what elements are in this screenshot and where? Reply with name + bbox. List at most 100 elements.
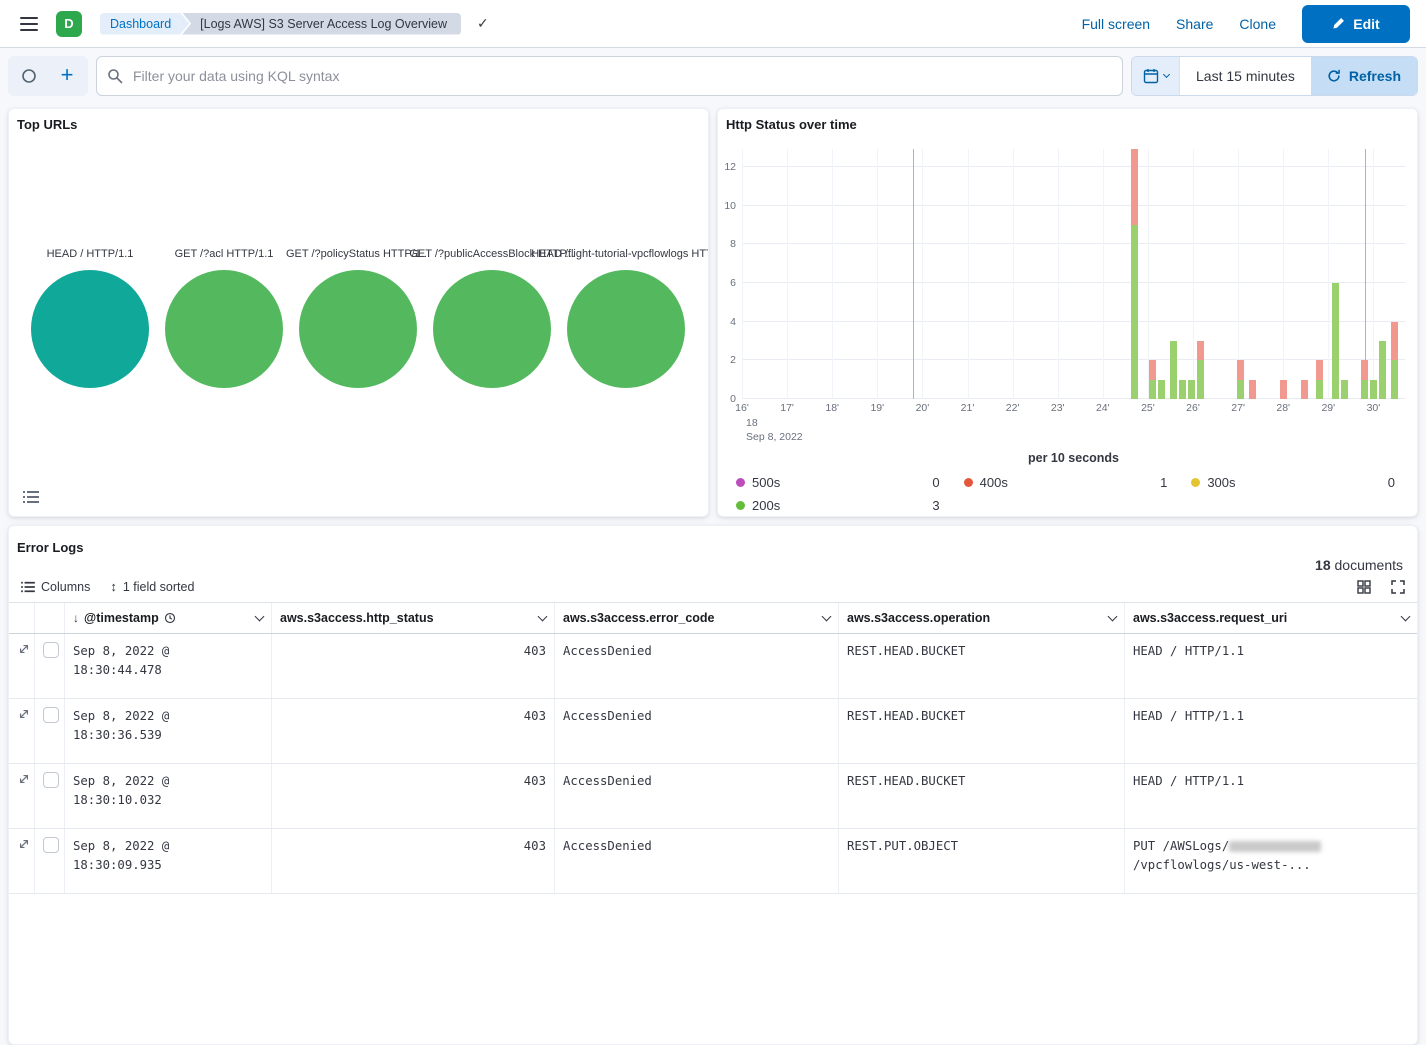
circle-icon	[21, 68, 37, 84]
legend-item[interactable]: 200s3	[736, 498, 940, 513]
edit-button[interactable]: Edit	[1302, 5, 1410, 43]
refresh-button-label: Refresh	[1349, 68, 1401, 84]
expand-document-button[interactable]	[17, 772, 31, 786]
sort-fields-button[interactable]: ↕ 1 field sorted	[110, 577, 194, 596]
y-tick-label: 10	[724, 200, 736, 212]
http-chart-y-axis: 024681012	[718, 149, 738, 399]
http-chart-hour-label: 18 Sep 8, 2022	[746, 416, 803, 444]
pencil-icon	[1332, 17, 1345, 30]
expand-document-button[interactable]	[17, 707, 31, 721]
bar-10s-bucket[interactable]	[1170, 149, 1177, 399]
bar-10s-bucket[interactable]	[1379, 149, 1386, 399]
column-menu-chevron-icon[interactable]	[538, 611, 548, 621]
date-quick-menu-button[interactable]	[1132, 57, 1180, 95]
row-checkbox[interactable]	[43, 837, 59, 853]
bar-10s-bucket[interactable]	[1332, 149, 1339, 399]
pie-slice[interactable]	[567, 270, 685, 388]
hour-label: 18	[746, 416, 803, 430]
share-link[interactable]: Share	[1176, 16, 1213, 32]
bar-10s-bucket[interactable]	[1249, 149, 1256, 399]
column-header[interactable]: aws.s3access.error_code	[555, 603, 839, 633]
error-logs-table-header: ↓@timestampaws.s3access.http_statusaws.s…	[9, 603, 1417, 634]
y-tick-label: 2	[730, 354, 736, 366]
pie-slice[interactable]	[165, 270, 283, 388]
expand-document-button[interactable]	[17, 642, 31, 656]
kql-search-input[interactable]	[131, 67, 1112, 85]
column-header[interactable]: aws.s3access.http_status	[272, 603, 555, 633]
row-expand-cell	[9, 699, 35, 763]
menu-button[interactable]	[16, 12, 42, 36]
x-tick-label: 29'	[1321, 402, 1335, 414]
x-tick-label: 16'	[735, 402, 749, 414]
columns-button[interactable]: Columns	[21, 578, 90, 596]
x-tick-label: 20'	[916, 402, 930, 414]
x-tick-label: 23'	[1051, 402, 1065, 414]
bar-10s-bucket[interactable]	[1131, 149, 1138, 399]
legend-toggle-button[interactable]	[19, 486, 43, 508]
legend-item[interactable]: 300s0	[1191, 475, 1395, 490]
top-navbar: D Dashboard [Logs AWS] S3 Server Access …	[0, 0, 1426, 48]
bar-10s-bucket[interactable]	[1149, 149, 1156, 399]
row-checkbox[interactable]	[43, 707, 59, 723]
column-menu-chevron-icon[interactable]	[1108, 611, 1118, 621]
document-count-suffix: documents	[1331, 557, 1403, 573]
column-menu-chevron-icon[interactable]	[822, 611, 832, 621]
column-menu-chevron-icon[interactable]	[255, 611, 265, 621]
x-tick-label: 28'	[1276, 402, 1290, 414]
legend-item[interactable]: 500s0	[736, 475, 940, 490]
row-checkbox[interactable]	[43, 642, 59, 658]
http-status-panel: Http Status over time 024681012 16'17'18…	[717, 108, 1418, 517]
clone-link[interactable]: Clone	[1239, 16, 1276, 32]
filter-controls-button[interactable]	[10, 58, 48, 94]
calendar-icon	[1143, 68, 1159, 84]
pie-slice[interactable]	[433, 270, 551, 388]
cell-request-uri: PUT /AWSLogs//vpcflowlogs/us-west-...	[1125, 829, 1417, 893]
add-control-button[interactable]: +	[48, 58, 86, 94]
breadcrumb-dashboard[interactable]: Dashboard	[100, 13, 189, 35]
bar-10s-bucket[interactable]	[1197, 149, 1204, 399]
bar-10s-bucket[interactable]	[1341, 149, 1348, 399]
x-tick-label: 30'	[1367, 402, 1381, 414]
pie-label: HEAD / HTTP/1.1	[47, 248, 134, 260]
column-header[interactable]: aws.s3access.request_uri	[1125, 603, 1417, 633]
cell-http-status: 403	[272, 829, 555, 893]
bar-10s-bucket[interactable]	[1361, 149, 1368, 399]
plus-icon: +	[61, 64, 74, 86]
full-screen-link[interactable]: Full screen	[1082, 16, 1150, 32]
display-options-button[interactable]	[1357, 578, 1371, 596]
pie-slice[interactable]	[299, 270, 417, 388]
x-tick-label: 24'	[1096, 402, 1110, 414]
bar-10s-bucket[interactable]	[1370, 149, 1377, 399]
bar-10s-bucket[interactable]	[1188, 149, 1195, 399]
bar-10s-bucket[interactable]	[1280, 149, 1287, 399]
y-tick-label: 6	[730, 277, 736, 289]
space-avatar[interactable]: D	[56, 11, 82, 37]
bar-10s-bucket[interactable]	[1316, 149, 1323, 399]
refresh-icon	[1327, 69, 1341, 83]
fullscreen-table-button[interactable]	[1391, 578, 1405, 596]
legend-label: 500s	[752, 475, 780, 490]
bar-10s-bucket[interactable]	[1179, 149, 1186, 399]
bar-10s-bucket[interactable]	[1391, 149, 1398, 399]
x-tick-label: 19'	[870, 402, 884, 414]
document-count-value: 18	[1315, 557, 1331, 573]
column-header[interactable]: aws.s3access.operation	[839, 603, 1125, 633]
pie-slice[interactable]	[31, 270, 149, 388]
cell-error-code: AccessDenied	[555, 829, 839, 893]
bar-10s-bucket[interactable]	[1158, 149, 1165, 399]
row-checkbox[interactable]	[43, 772, 59, 788]
bar-10s-bucket[interactable]	[1301, 149, 1308, 399]
refresh-button[interactable]: Refresh	[1311, 57, 1417, 95]
column-menu-chevron-icon[interactable]	[1401, 611, 1411, 621]
sort-desc-icon: ↓	[73, 611, 79, 625]
row-select-cell	[35, 699, 65, 763]
pie-label: HEAD /flight-tutorial-vpcflowlogs HTT...	[531, 248, 709, 260]
bar-10s-bucket[interactable]	[1237, 149, 1244, 399]
expand-document-button[interactable]	[17, 837, 31, 851]
legend-label: 300s	[1207, 475, 1235, 490]
time-range-button[interactable]: Last 15 minutes	[1180, 57, 1311, 95]
legend-item[interactable]: 400s1	[964, 475, 1168, 490]
cell-error-code: AccessDenied	[555, 699, 839, 763]
pie-chart: GET /?acl HTTP/1.1	[157, 248, 291, 388]
column-header[interactable]: ↓@timestamp	[65, 603, 272, 633]
